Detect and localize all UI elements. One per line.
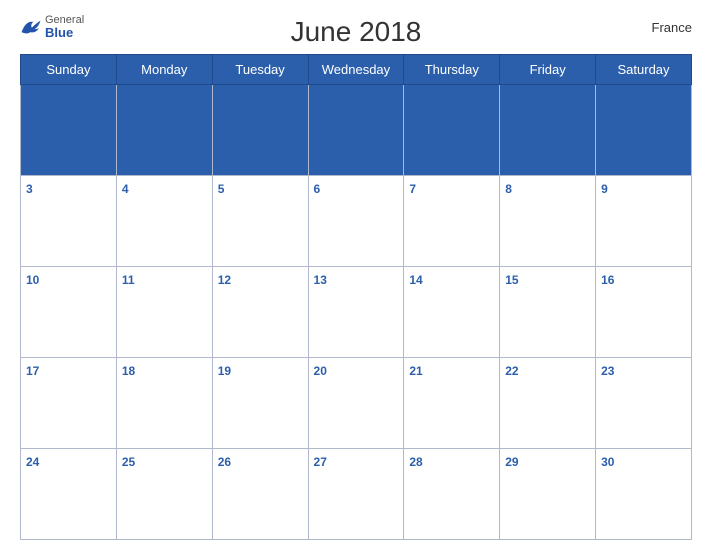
day-number: 15 [505, 273, 518, 287]
day-number: 4 [122, 182, 129, 196]
calendar-cell: 24 [21, 449, 117, 540]
logo-blue: Blue [45, 26, 84, 40]
calendar-cell: 26 [212, 449, 308, 540]
day-number: 29 [505, 455, 518, 469]
calendar-cell: 10 [21, 267, 117, 358]
day-number: 13 [314, 273, 327, 287]
calendar-cell: 19 [212, 358, 308, 449]
day-number: 14 [409, 273, 422, 287]
day-number: 23 [601, 364, 614, 378]
day-number: 7 [409, 182, 416, 196]
calendar-cell: 27 [308, 449, 404, 540]
logo-bird-icon [20, 19, 42, 35]
day-number: 21 [409, 364, 422, 378]
day-header-thursday: Thursday [404, 55, 500, 85]
logo-text: General Blue [45, 14, 84, 40]
day-number: 12 [218, 273, 231, 287]
calendar-cell: 2 [596, 85, 692, 176]
day-header-sunday: Sunday [21, 55, 117, 85]
day-number: 27 [314, 455, 327, 469]
calendar-cell: 29 [500, 449, 596, 540]
day-number: 10 [26, 273, 39, 287]
calendar-cell: 4 [116, 176, 212, 267]
day-number: 9 [601, 182, 608, 196]
calendar-header: General Blue June 2018 France [20, 10, 692, 48]
calendar-cell: 13 [308, 267, 404, 358]
day-header-friday: Friday [500, 55, 596, 85]
calendar-week-2: 3 4 5 6 7 8 9 [21, 176, 692, 267]
day-number: 30 [601, 455, 614, 469]
day-header-wednesday: Wednesday [308, 55, 404, 85]
day-number: 17 [26, 364, 39, 378]
calendar-cell: 9 [596, 176, 692, 267]
calendar-cell: 30 [596, 449, 692, 540]
day-number: 20 [314, 364, 327, 378]
calendar-cell: 25 [116, 449, 212, 540]
day-number: 11 [122, 273, 135, 287]
calendar-cell: 7 [404, 176, 500, 267]
day-header-tuesday: Tuesday [212, 55, 308, 85]
day-number: 16 [601, 273, 614, 287]
calendar-cell: 1 [500, 85, 596, 176]
calendar-table: SundayMondayTuesdayWednesdayThursdayFrid… [20, 54, 692, 540]
calendar-cell [308, 85, 404, 176]
calendar-cell: 8 [500, 176, 596, 267]
day-number: 6 [314, 182, 321, 196]
day-number: 19 [218, 364, 231, 378]
day-number: 24 [26, 455, 39, 469]
calendar-cell [212, 85, 308, 176]
day-header-monday: Monday [116, 55, 212, 85]
day-number: 2 [601, 91, 608, 105]
day-number: 8 [505, 182, 512, 196]
day-number: 5 [218, 182, 225, 196]
calendar-cell: 6 [308, 176, 404, 267]
calendar-cell: 28 [404, 449, 500, 540]
calendar-cell: 18 [116, 358, 212, 449]
calendar-week-5: 24 25 26 27 28 29 30 [21, 449, 692, 540]
calendar-cell: 21 [404, 358, 500, 449]
calendar-cell: 22 [500, 358, 596, 449]
day-number: 28 [409, 455, 422, 469]
calendar-week-4: 17 18 19 20 21 22 23 [21, 358, 692, 449]
calendar-cell: 12 [212, 267, 308, 358]
day-number: 1 [505, 91, 512, 105]
day-number: 3 [26, 182, 33, 196]
calendar-cell: 11 [116, 267, 212, 358]
logo: General Blue [20, 14, 84, 40]
calendar-cell: 16 [596, 267, 692, 358]
day-number: 18 [122, 364, 135, 378]
day-number: 25 [122, 455, 135, 469]
calendar-cell: 5 [212, 176, 308, 267]
calendar-cell [21, 85, 117, 176]
calendar-week-3: 10 11 12 13 14 15 16 [21, 267, 692, 358]
calendar-cell: 15 [500, 267, 596, 358]
calendar-cell: 20 [308, 358, 404, 449]
day-number: 22 [505, 364, 518, 378]
calendar-cell: 17 [21, 358, 117, 449]
calendar-cell: 3 [21, 176, 117, 267]
calendar-cell: 23 [596, 358, 692, 449]
calendar-cell [404, 85, 500, 176]
calendar-cell [116, 85, 212, 176]
page-title: June 2018 [291, 16, 422, 48]
calendar-week-1: 12 [21, 85, 692, 176]
country-label: France [652, 20, 692, 35]
days-header-row: SundayMondayTuesdayWednesdayThursdayFrid… [21, 55, 692, 85]
calendar-cell: 14 [404, 267, 500, 358]
day-number: 26 [218, 455, 231, 469]
day-header-saturday: Saturday [596, 55, 692, 85]
